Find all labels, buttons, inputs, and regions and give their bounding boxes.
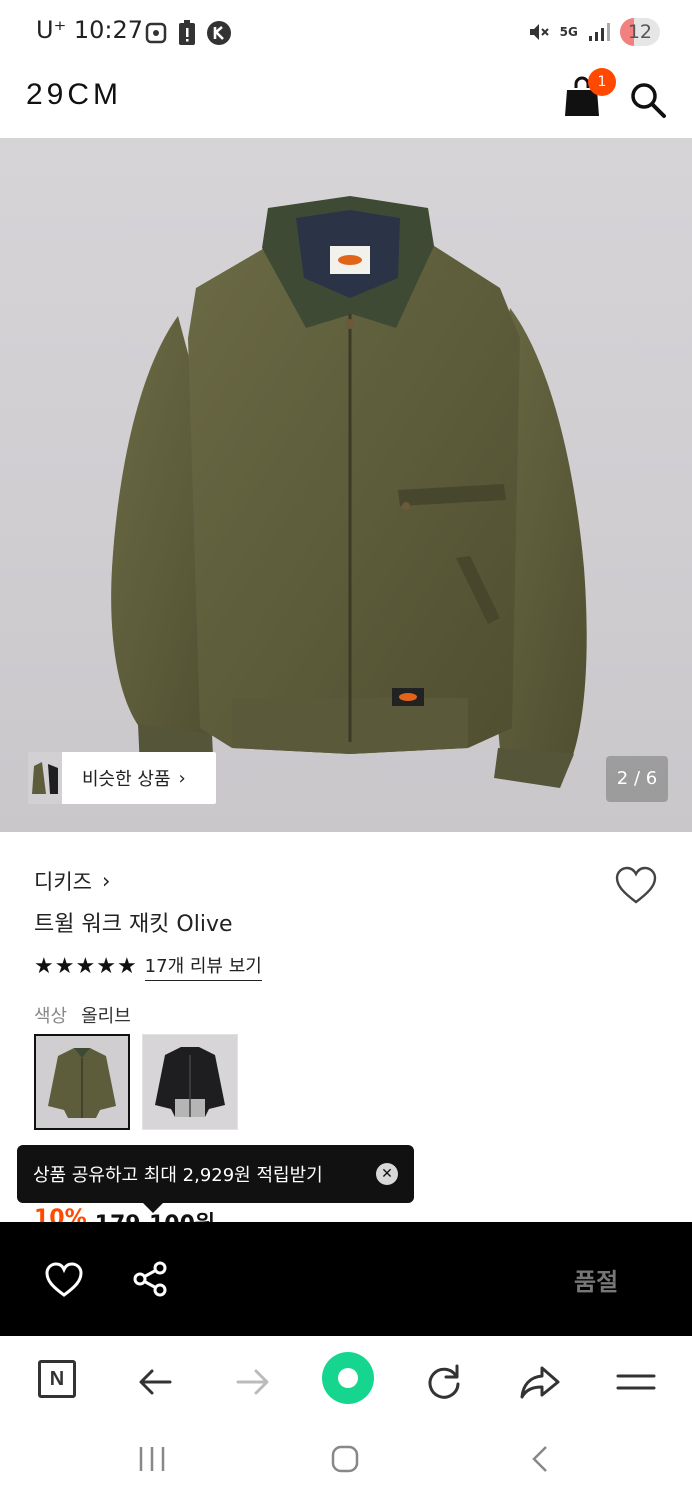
brand-link[interactable]: 디키즈 ›: [34, 866, 110, 896]
recent-apps-icon[interactable]: [136, 1444, 168, 1474]
product-image-carousel[interactable]: 비슷한 상품 › 2 / 6: [0, 138, 692, 832]
search-icon[interactable]: [628, 80, 668, 120]
star-icon: ★: [75, 953, 96, 979]
status-system-icons: 5G 12: [528, 18, 660, 46]
similar-thumbnail: [28, 752, 62, 804]
mute-icon: [529, 24, 549, 40]
back-arrow-icon[interactable]: [134, 1360, 178, 1404]
similar-label: 비슷한 상품: [82, 769, 171, 790]
heart-icon[interactable]: [44, 1262, 84, 1298]
home-icon[interactable]: [330, 1444, 360, 1474]
brand-logo[interactable]: 29CM: [26, 78, 122, 112]
app-header: 29CM 1: [0, 64, 692, 138]
wishlist-heart-icon[interactable]: [614, 866, 658, 906]
product-image-jacket: [111, 196, 587, 788]
color-value: 올리브: [81, 1006, 131, 1027]
signal-icon: [588, 23, 610, 41]
back-icon[interactable]: [528, 1444, 552, 1474]
carrier-time: U⁺ 10:27: [36, 16, 144, 44]
soldout-button[interactable]: 품절: [574, 1262, 618, 1297]
swatch-olive[interactable]: [34, 1034, 130, 1130]
star-rating: ★ ★ ★ ★ ★: [34, 954, 137, 980]
rating-row: ★ ★ ★ ★ ★ 17개 리뷰 보기: [34, 952, 262, 981]
product-title: 트윌 워크 재킷 Olive: [34, 912, 233, 937]
share-reward-tooltip: 상품 공유하고 최대 2,929원 적립받기 ✕: [17, 1145, 414, 1213]
tooltip-pointer: [143, 1203, 163, 1213]
battery-alert-icon: [179, 20, 195, 45]
app-k-icon: [207, 21, 231, 45]
system-navigation-bar: [0, 1426, 692, 1500]
share-icon[interactable]: [132, 1260, 170, 1298]
chevron-right-icon: ›: [101, 869, 111, 893]
network-label: 5G: [559, 25, 578, 39]
forward-arrow-icon[interactable]: [230, 1360, 274, 1404]
cart-badge: 1: [588, 68, 616, 96]
status-notification-icons: [144, 20, 232, 46]
swatch-black[interactable]: [142, 1034, 238, 1130]
chevron-right-icon: ›: [178, 767, 186, 789]
star-icon: ★: [54, 953, 75, 979]
naver-home-button[interactable]: N: [38, 1360, 76, 1398]
image-counter: 2 / 6: [606, 756, 668, 802]
color-option-label: 색상 올리브: [34, 1002, 131, 1028]
send-icon[interactable]: [518, 1360, 562, 1404]
star-icon: ★: [96, 953, 116, 979]
star-icon: ★: [34, 953, 54, 979]
tooltip-text: 상품 공유하고 최대 2,929원 적립받기: [33, 1165, 323, 1186]
battery-level: 12: [627, 21, 652, 43]
menu-icon[interactable]: [614, 1360, 658, 1404]
color-label: 색상: [34, 1006, 68, 1027]
status-bar: U⁺ 10:27 5G 12: [0, 0, 692, 64]
refresh-icon[interactable]: [422, 1360, 466, 1404]
similar-products-button[interactable]: 비슷한 상품 ›: [28, 752, 216, 804]
screenshot-icon: [145, 22, 167, 44]
close-icon[interactable]: ✕: [376, 1163, 398, 1185]
brand-name: 디키즈: [34, 870, 92, 894]
green-dot-button[interactable]: [322, 1352, 374, 1404]
browser-toolbar: N: [0, 1336, 692, 1426]
star-icon: ★: [116, 953, 137, 979]
battery-indicator: 12: [619, 18, 660, 46]
purchase-action-bar: 품절: [0, 1222, 692, 1336]
review-link[interactable]: 17개 리뷰 보기: [144, 952, 262, 981]
